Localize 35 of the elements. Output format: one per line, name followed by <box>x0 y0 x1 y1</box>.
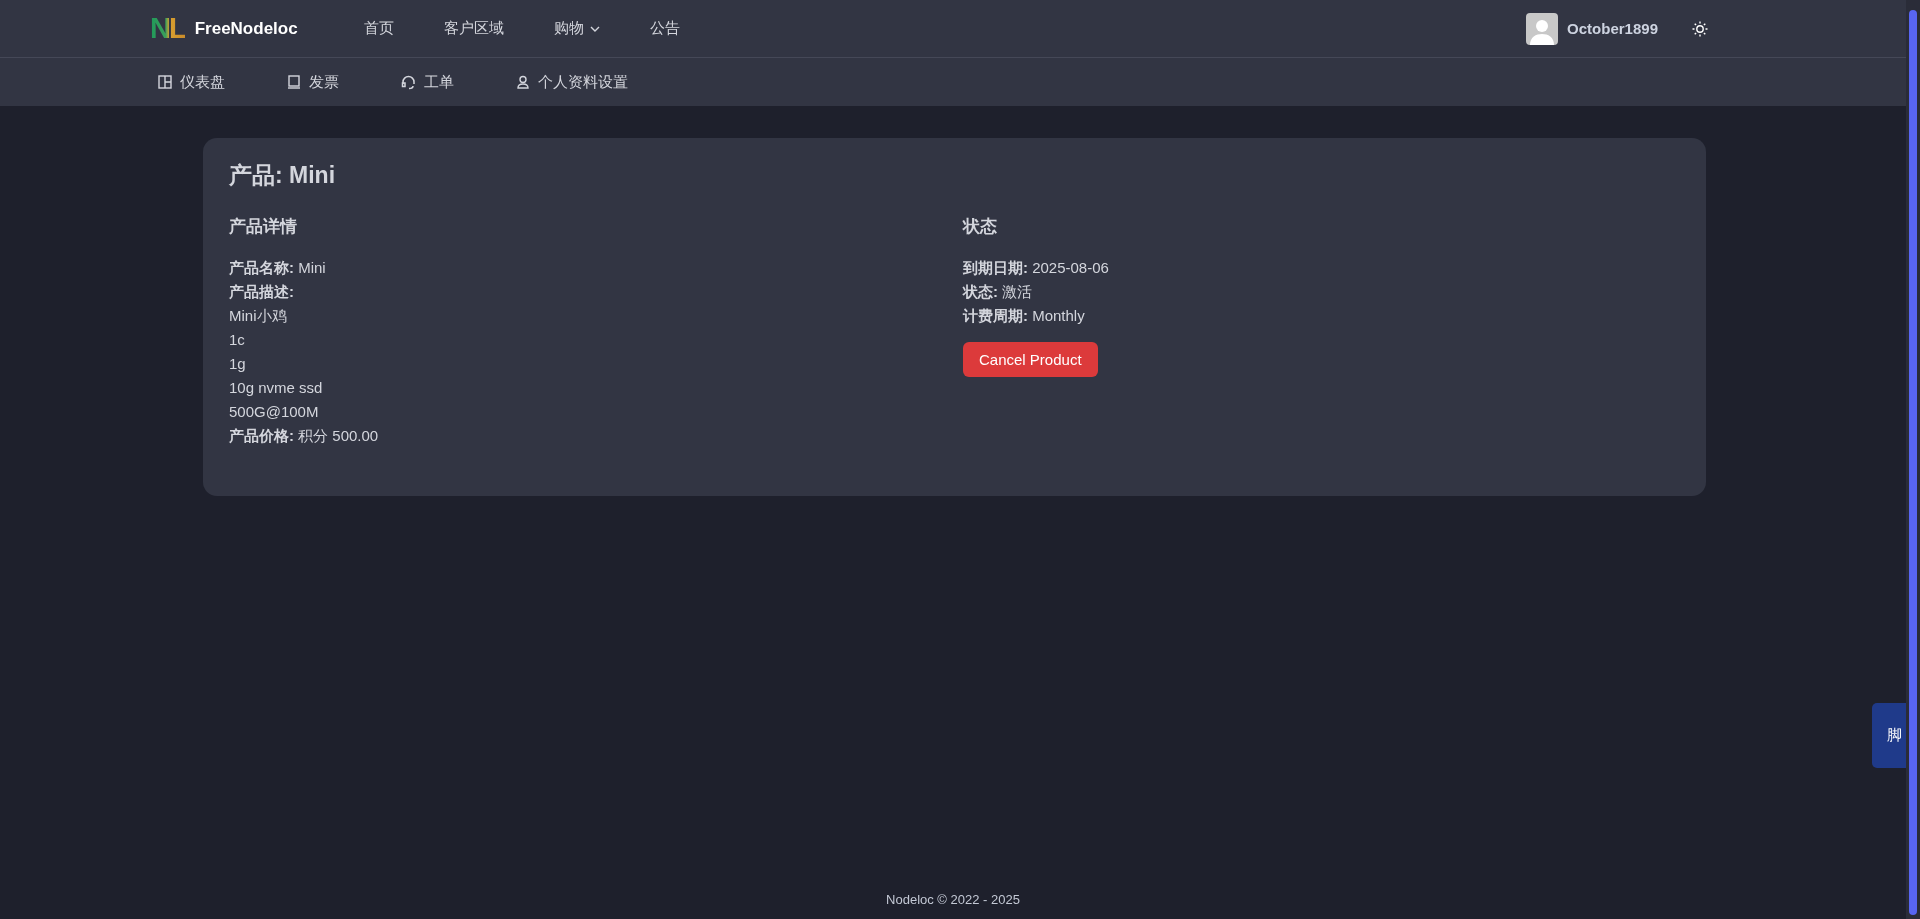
nav-link[interactable]: 客户区域 <box>443 19 504 38</box>
chevron-down-icon <box>589 25 600 32</box>
detail-line: 10g nvme ssd <box>229 378 324 398</box>
detail-line: 1g <box>229 354 247 374</box>
side-tab[interactable]: 脚 <box>1872 703 1906 768</box>
detail-line: 1c <box>229 330 246 350</box>
detail-line: 产品描述: <box>229 282 295 302</box>
headset-icon <box>401 74 416 90</box>
copyright: Nodeloc © 2022 - 2025 <box>886 892 1020 907</box>
status-line: 到期日期: 2025-08-06 <box>963 258 1110 278</box>
detail-line: 产品名称: Mini <box>229 258 327 278</box>
product-title: 产品: Mini <box>229 161 337 190</box>
subnav-link[interactable]: 发票 <box>287 72 339 92</box>
user-icon <box>516 75 530 89</box>
brand-name[interactable]: FreeNodeloc <box>194 18 298 39</box>
detail-line: 产品价格: 积分 500.00 <box>229 426 380 446</box>
nav-link[interactable]: 公告 <box>649 19 680 38</box>
subnav-link[interactable]: 个人资料设置 <box>516 72 628 92</box>
detail-line: 500G@100M <box>229 402 320 422</box>
nav-link[interactable]: 首页 <box>363 19 394 38</box>
scrollbar[interactable] <box>1906 0 1920 919</box>
status-line: 计费周期: Monthly <box>963 306 1086 326</box>
cancel-button[interactable]: Cancel Product <box>963 342 1098 377</box>
subnav-link[interactable]: 仪表盘 <box>158 72 225 92</box>
avatar[interactable] <box>1526 12 1559 45</box>
laptop-icon <box>287 75 301 89</box>
status-line: 状态: 激活 <box>963 282 1034 302</box>
detail-line: Mini小鸡 <box>229 306 288 326</box>
subnav-link[interactable]: 工单 <box>401 72 454 92</box>
nav-link[interactable]: 购物 <box>553 19 600 38</box>
sun-icon[interactable] <box>1692 20 1708 37</box>
grid-icon <box>158 75 172 89</box>
section-heading: 状态 <box>963 216 998 238</box>
username[interactable]: October1899 <box>1567 20 1658 37</box>
section-heading: 产品详情 <box>229 216 298 238</box>
